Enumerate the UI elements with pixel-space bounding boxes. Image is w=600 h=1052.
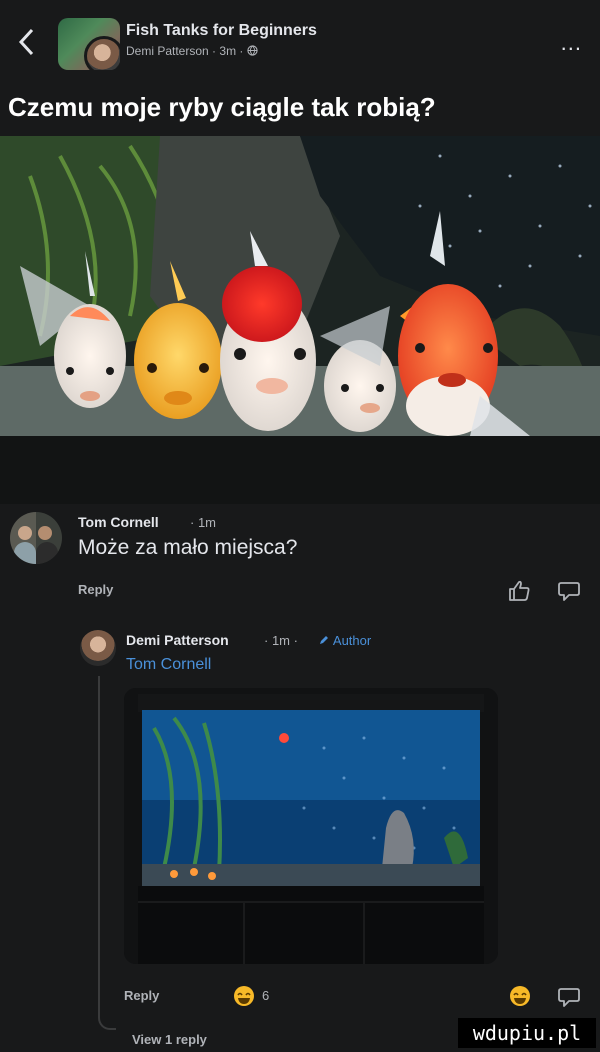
watermark: wdupiu.pl — [458, 1018, 596, 1048]
post-time[interactable]: 3m — [219, 44, 236, 58]
replier-avatar[interactable] — [80, 630, 116, 666]
view-replies-link[interactable]: View 1 reply — [132, 1032, 207, 1047]
author-badge: Author — [318, 633, 371, 648]
chevron-left-icon — [18, 28, 34, 56]
pencil-icon — [320, 636, 328, 644]
author-avatar[interactable] — [84, 36, 120, 70]
post-header: Fish Tanks for Beginners Demi Patterson … — [0, 0, 600, 80]
author-badge-label: Author — [332, 633, 372, 648]
reaction-count: 6 — [262, 988, 270, 1003]
post-photo[interactable] — [0, 136, 600, 504]
reply-reply-button[interactable]: Reply — [124, 988, 159, 1003]
aquarium-photo — [0, 136, 600, 504]
reply-comment-icon-button[interactable] — [556, 984, 582, 1010]
post-text: Czemu moje ryby ciągle tak robią? — [8, 92, 436, 122]
more-icon: ... — [560, 30, 582, 55]
thumbs-up-icon — [509, 580, 530, 601]
mention-link[interactable]: Tom Cornell — [126, 656, 211, 674]
comment-time: · 1m — [190, 515, 217, 530]
post-meta: Demi Patterson · 3m · — [126, 44, 258, 58]
commenter-name[interactable]: Tom Cornell — [78, 514, 159, 530]
group-avatar[interactable] — [58, 18, 120, 70]
thread-line — [98, 676, 100, 1016]
reply-time-value: 1m — [271, 633, 291, 648]
haha-emoji-icon — [234, 986, 254, 1006]
reply-bubble-icon — [558, 988, 580, 1007]
comment-time-value: 1m — [197, 515, 217, 530]
meta-separator: · — [239, 44, 247, 58]
back-button[interactable] — [12, 26, 40, 62]
reaction-button[interactable] — [232, 984, 258, 1010]
reply-button[interactable]: Reply — [78, 582, 113, 597]
haha-emoji-icon — [510, 986, 530, 1006]
reply-bubble-icon — [558, 582, 580, 601]
reply-time: · 1m · — [264, 633, 298, 648]
replier-name[interactable]: Demi Patterson — [126, 632, 229, 648]
comment-text: Może za mało miejsca? — [78, 536, 298, 559]
comment-reply-icon-button[interactable] — [556, 578, 582, 604]
commenter-avatar[interactable] — [10, 512, 62, 564]
reply-photo[interactable] — [124, 688, 498, 964]
author-name[interactable]: Demi Patterson — [126, 44, 209, 58]
globe-icon — [247, 45, 258, 56]
thread-curve — [98, 1010, 116, 1030]
tank-photo — [124, 688, 498, 964]
react-button[interactable] — [508, 984, 534, 1010]
group-name[interactable]: Fish Tanks for Beginners — [126, 22, 317, 40]
more-button[interactable]: ... — [561, 30, 582, 56]
like-button[interactable] — [506, 578, 532, 604]
